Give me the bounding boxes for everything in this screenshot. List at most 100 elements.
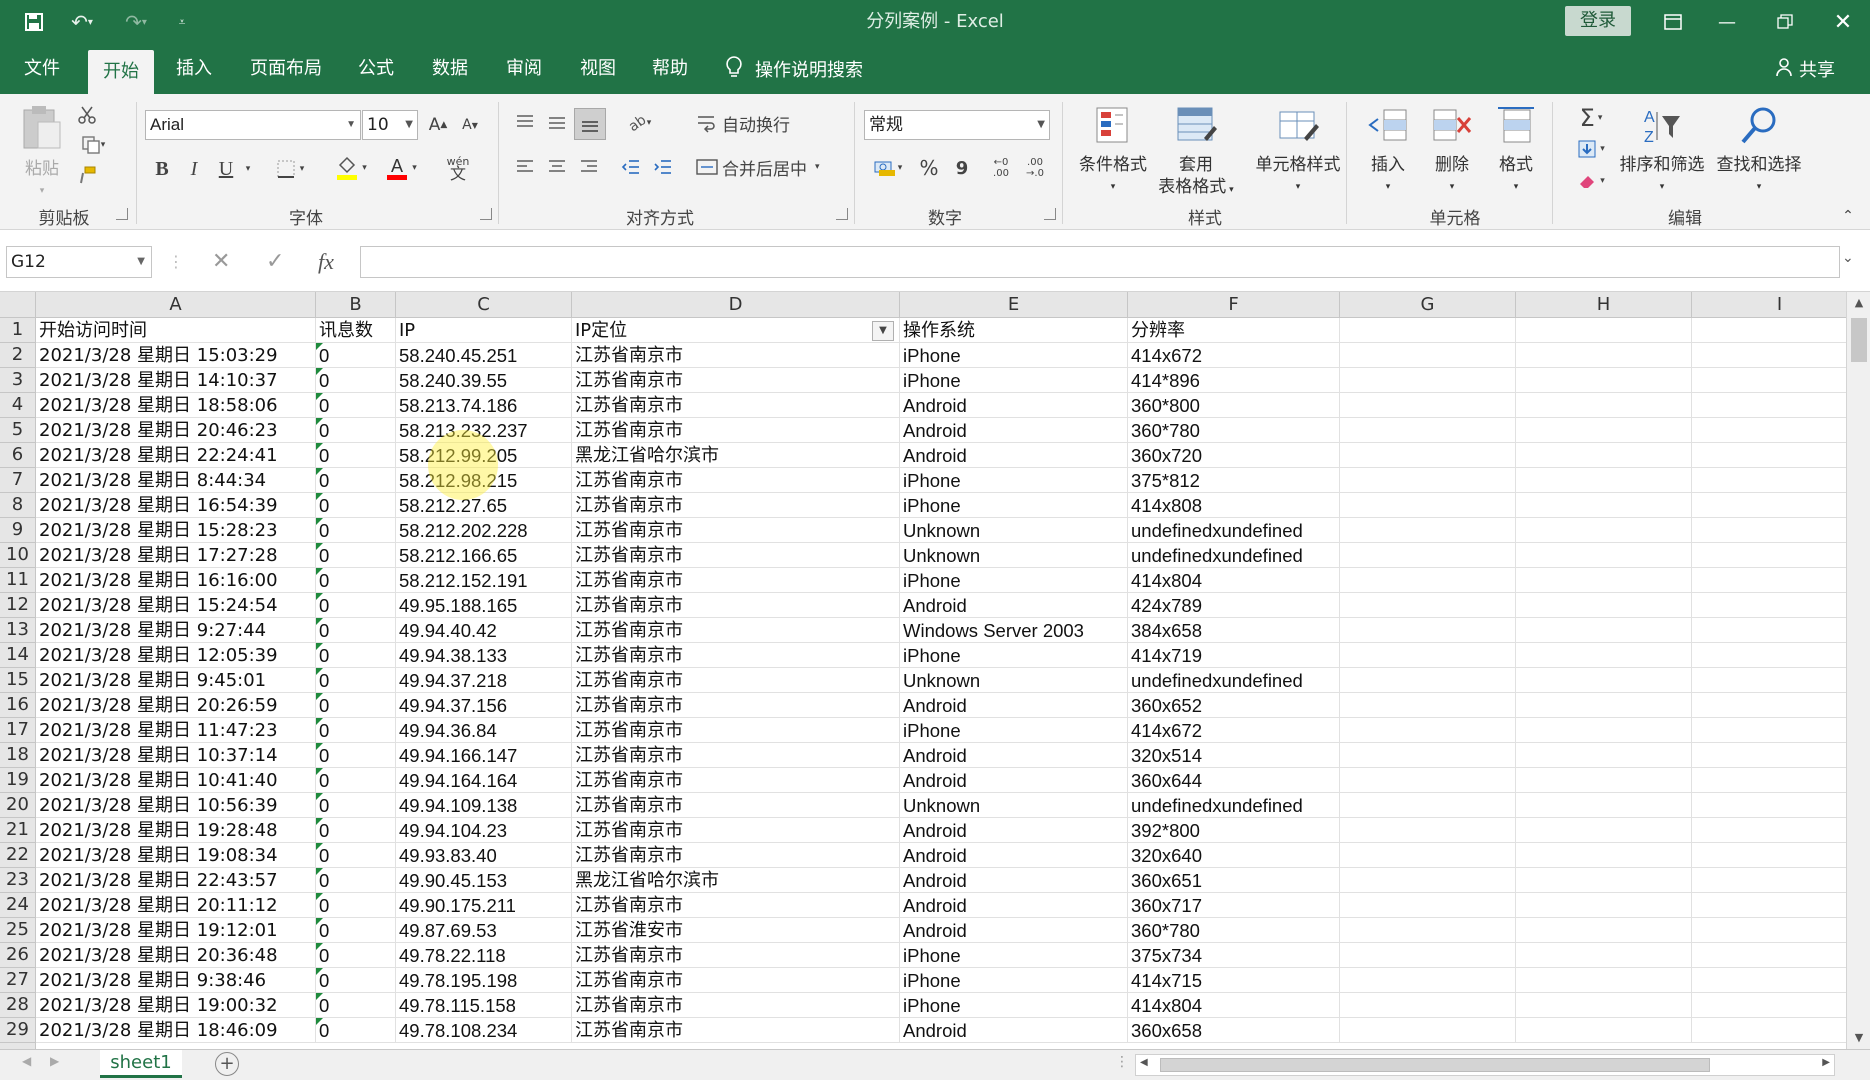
cell[interactable]: 2021/3/28 星期日 20:11:12: [36, 893, 316, 918]
cell[interactable]: 49.93.83.40: [396, 843, 572, 868]
cell[interactable]: iPhone: [900, 343, 1128, 368]
cell[interactable]: 49.94.166.147: [396, 743, 572, 768]
cell[interactable]: 49.90.45.153: [396, 868, 572, 893]
cell[interactable]: 江苏省南京市: [572, 393, 900, 418]
cell[interactable]: 2021/3/28 星期日 19:00:32: [36, 993, 316, 1018]
cell[interactable]: 49.78.108.234: [396, 1018, 572, 1043]
cell[interactable]: [1516, 918, 1692, 943]
cell[interactable]: 2021/3/28 星期日 20:46:23: [36, 418, 316, 443]
cell[interactable]: [1516, 693, 1692, 718]
cell[interactable]: Unknown: [900, 793, 1128, 818]
cell[interactable]: [1692, 468, 1868, 493]
cell[interactable]: 0: [316, 543, 396, 568]
cell[interactable]: 58.240.39.55: [396, 368, 572, 393]
tab-home[interactable]: 开始: [88, 50, 154, 94]
cell[interactable]: 0: [316, 993, 396, 1018]
splitter-handle[interactable]: ⋮: [1115, 1054, 1129, 1070]
row-header[interactable]: 14: [0, 643, 36, 668]
cell[interactable]: 0: [316, 418, 396, 443]
cell[interactable]: 黑龙江省哈尔滨市: [572, 868, 900, 893]
row-header[interactable]: 2: [0, 343, 36, 368]
cell[interactable]: [1692, 718, 1868, 743]
cell[interactable]: 2021/3/28 星期日 19:28:48: [36, 818, 316, 843]
cell[interactable]: 江苏省南京市: [572, 368, 900, 393]
cell[interactable]: 0: [316, 518, 396, 543]
row-header[interactable]: 4: [0, 393, 36, 418]
cell[interactable]: [1340, 418, 1516, 443]
cell[interactable]: 360x658: [1128, 1018, 1340, 1043]
row-header[interactable]: 17: [0, 718, 36, 743]
cell[interactable]: [1340, 818, 1516, 843]
bold-button[interactable]: B: [150, 154, 174, 184]
insert-function-button[interactable]: fx: [318, 246, 334, 278]
cell[interactable]: 2021/3/28 星期日 18:46:09: [36, 1018, 316, 1043]
cell[interactable]: Android: [900, 593, 1128, 618]
cell[interactable]: Unknown: [900, 518, 1128, 543]
cell[interactable]: [1692, 793, 1868, 818]
cell[interactable]: Unknown: [900, 543, 1128, 568]
tab-file[interactable]: 文件: [10, 44, 74, 94]
cell[interactable]: [1516, 418, 1692, 443]
cell[interactable]: 2021/3/28 星期日 22:24:41: [36, 443, 316, 468]
tab-formulas[interactable]: 公式: [344, 44, 408, 94]
cell[interactable]: iPhone: [900, 468, 1128, 493]
cell[interactable]: Android: [900, 893, 1128, 918]
cell[interactable]: undefinedxundefined: [1128, 668, 1340, 693]
cell[interactable]: 49.94.37.218: [396, 668, 572, 693]
header-cell[interactable]: 讯息数: [316, 318, 396, 343]
conditional-formatting-button[interactable]: 条件格式 ▾: [1070, 104, 1156, 198]
ribbon-display-icon[interactable]: [1648, 0, 1698, 44]
cell[interactable]: Android: [900, 418, 1128, 443]
cell[interactable]: 360*780: [1128, 918, 1340, 943]
scroll-thumb[interactable]: [1851, 318, 1867, 362]
tab-page-layout[interactable]: 页面布局: [240, 44, 332, 94]
enter-icon[interactable]: ✓: [266, 246, 284, 278]
cell[interactable]: [1692, 968, 1868, 993]
increase-decimal-icon[interactable]: ←0.00: [986, 152, 1016, 184]
cell[interactable]: 江苏省南京市: [572, 968, 900, 993]
cell[interactable]: 2021/3/28 星期日 19:08:34: [36, 843, 316, 868]
column-header-h[interactable]: H: [1516, 292, 1692, 318]
cell[interactable]: 0: [316, 668, 396, 693]
cell[interactable]: [1340, 543, 1516, 568]
cell[interactable]: Android: [900, 843, 1128, 868]
cell[interactable]: [1340, 568, 1516, 593]
cell[interactable]: [1692, 893, 1868, 918]
font-size-combo[interactable]: 10 ▼: [362, 110, 418, 140]
cell[interactable]: Android: [900, 393, 1128, 418]
format-as-table-button[interactable]: 套用 表格格式 ▾: [1156, 104, 1236, 201]
cell[interactable]: Android: [900, 1018, 1128, 1043]
cell[interactable]: undefinedxundefined: [1128, 793, 1340, 818]
row-header[interactable]: 15: [0, 668, 36, 693]
fill-icon[interactable]: ▾: [1568, 134, 1614, 164]
worksheet-grid[interactable]: A B C D E F G H I 1 开始访问时间 讯息数 IP IP定位 ▼ 操作系统 分辨率 2 2021/3…: [0, 292, 1870, 1049]
phonetic-icon[interactable]: wén 文: [436, 152, 480, 184]
fill-color-icon[interactable]: ▾: [326, 152, 376, 184]
row-header[interactable]: 10: [0, 543, 36, 568]
decrease-indent-icon[interactable]: [616, 152, 646, 182]
cell[interactable]: 58.212.202.228: [396, 518, 572, 543]
hscroll-thumb[interactable]: [1160, 1058, 1710, 1072]
cell[interactable]: 0: [316, 743, 396, 768]
cell[interactable]: [1516, 618, 1692, 643]
cell[interactable]: 49.78.115.158: [396, 993, 572, 1018]
cell[interactable]: 江苏省南京市: [572, 768, 900, 793]
row-header[interactable]: 23: [0, 868, 36, 893]
cell[interactable]: [1516, 343, 1692, 368]
cell[interactable]: [1692, 343, 1868, 368]
cell[interactable]: [1692, 493, 1868, 518]
cell[interactable]: Android: [900, 693, 1128, 718]
cell[interactable]: [1516, 593, 1692, 618]
cell[interactable]: 360x644: [1128, 768, 1340, 793]
cell[interactable]: [1692, 768, 1868, 793]
cell[interactable]: [1340, 718, 1516, 743]
undo-icon[interactable]: ↶ ▾: [62, 0, 102, 44]
cell[interactable]: [1340, 318, 1516, 343]
cell[interactable]: 2021/3/28 星期日 9:27:44: [36, 618, 316, 643]
cell[interactable]: 58.212.27.65: [396, 493, 572, 518]
cell[interactable]: [1516, 718, 1692, 743]
cell[interactable]: 2021/3/28 星期日 15:24:54: [36, 593, 316, 618]
percent-button[interactable]: %: [914, 152, 944, 184]
cell[interactable]: Unknown: [900, 668, 1128, 693]
cell[interactable]: iPhone: [900, 568, 1128, 593]
